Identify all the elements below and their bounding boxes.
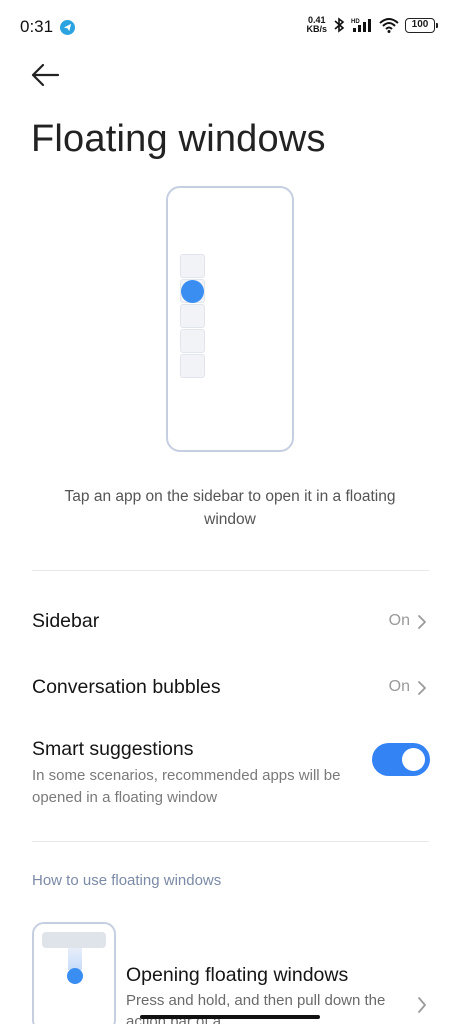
howto-thumbnail bbox=[32, 922, 116, 1024]
telegram-icon bbox=[60, 20, 75, 35]
setting-value: On bbox=[388, 612, 410, 629]
setting-label: Conversation bubbles bbox=[32, 676, 221, 698]
setting-description: In some scenarios, recommended apps will… bbox=[32, 767, 341, 806]
setting-label: Smart suggestions bbox=[32, 738, 194, 760]
bluetooth-icon bbox=[334, 17, 345, 33]
status-icons: 0.41 KB/s HD 100 bbox=[306, 15, 438, 34]
home-indicator[interactable] bbox=[140, 1015, 320, 1019]
tap-indicator bbox=[181, 280, 204, 303]
setting-label: Sidebar bbox=[32, 610, 100, 632]
chevron-right-icon bbox=[418, 615, 426, 629]
arrow-left-icon bbox=[31, 63, 60, 87]
illustration-caption: Tap an app on the sidebar to open it in … bbox=[64, 488, 396, 528]
howto-card-opening[interactable]: Opening floating windows Press and hold,… bbox=[32, 920, 432, 1024]
network-speed: 0.41 KB/s bbox=[306, 15, 327, 34]
divider bbox=[32, 841, 429, 842]
smart-suggestions-toggle[interactable] bbox=[372, 743, 430, 776]
setting-conversation-bubbles[interactable]: Conversation bubbles On bbox=[32, 676, 430, 704]
status-bar: 0:31 0.41 KB/s HD 100 bbox=[0, 0, 461, 56]
phone-illustration bbox=[166, 186, 294, 452]
setting-smart-suggestions[interactable]: Smart suggestions In some scenarios, rec… bbox=[32, 738, 430, 810]
chevron-right-icon bbox=[418, 681, 426, 695]
section-header: How to use floating windows bbox=[32, 872, 222, 889]
toggle-knob bbox=[402, 748, 425, 771]
divider bbox=[32, 570, 429, 571]
setting-sidebar[interactable]: Sidebar On bbox=[32, 610, 430, 638]
chevron-right-icon bbox=[418, 997, 426, 1013]
sidebar-illustration bbox=[180, 254, 205, 378]
setting-value: On bbox=[388, 678, 410, 695]
page-title: Floating windows bbox=[31, 118, 326, 160]
svg-text:HD: HD bbox=[351, 19, 360, 25]
wifi-icon bbox=[379, 18, 399, 33]
status-time: 0:31 bbox=[20, 17, 54, 36]
back-button[interactable] bbox=[30, 62, 64, 92]
howto-card-title: Opening floating windows bbox=[126, 964, 349, 986]
battery-indicator: 100 bbox=[405, 17, 438, 33]
cellular-signal-icon: HD bbox=[351, 19, 371, 32]
